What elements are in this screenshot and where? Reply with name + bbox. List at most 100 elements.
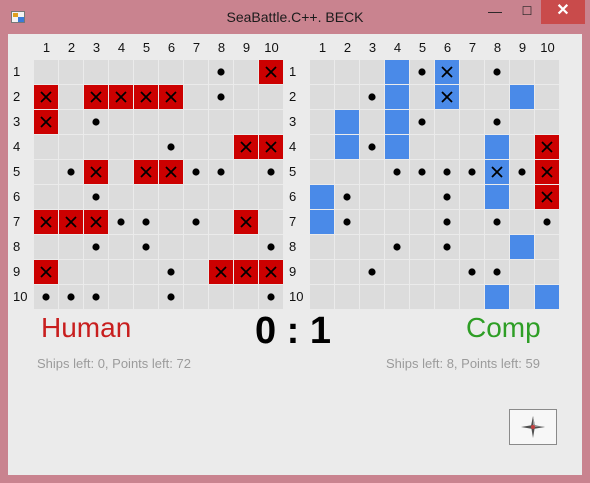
board-cell[interactable] [410,235,434,259]
board-cell[interactable] [335,160,359,184]
board-cell[interactable] [385,210,409,234]
board-cell[interactable] [435,260,459,284]
miss-cell[interactable] [510,160,534,184]
board-cell[interactable] [360,160,384,184]
board-cell[interactable] [460,110,484,134]
miss-cell[interactable] [435,210,459,234]
miss-cell[interactable] [435,235,459,259]
ship-cell[interactable] [485,185,509,209]
miss-cell[interactable] [435,160,459,184]
miss-cell[interactable] [335,210,359,234]
board-cell[interactable] [410,285,434,309]
board-cell[interactable] [535,85,559,109]
board-cell[interactable] [435,285,459,309]
hit-cell[interactable] [535,185,559,209]
board-cell[interactable] [385,185,409,209]
ship-cell[interactable] [385,85,409,109]
ship-cell[interactable] [335,110,359,134]
ship-cell[interactable] [385,110,409,134]
board-cell[interactable] [460,285,484,309]
board-cell[interactable] [335,285,359,309]
miss-cell[interactable] [335,185,359,209]
title-bar[interactable]: SeaBattle.C++. BECK — ☐ ✕ [0,0,590,34]
miss-cell[interactable] [360,85,384,109]
board-cell[interactable] [310,235,334,259]
board-cell[interactable] [435,110,459,134]
ship-cell[interactable] [385,135,409,159]
miss-cell[interactable] [410,110,434,134]
board-cell[interactable] [360,285,384,309]
board-cell[interactable] [385,260,409,284]
board-cell[interactable] [410,185,434,209]
board-cell[interactable] [335,85,359,109]
board-cell[interactable] [510,210,534,234]
miss-cell[interactable] [485,110,509,134]
board-cell[interactable] [335,60,359,84]
miss-cell[interactable] [435,185,459,209]
ship-cell[interactable] [335,135,359,159]
board-cell[interactable] [335,260,359,284]
board-cell[interactable] [510,135,534,159]
minimize-button[interactable]: — [480,0,510,24]
miss-cell[interactable] [460,160,484,184]
ship-cell[interactable] [485,135,509,159]
board-cell[interactable] [310,60,334,84]
board-cell[interactable] [510,285,534,309]
board-cell[interactable] [510,185,534,209]
hit-ship-cell[interactable] [435,85,459,109]
ship-cell[interactable] [510,85,534,109]
board-cell[interactable] [535,235,559,259]
ship-cell[interactable] [385,60,409,84]
ship-cell[interactable] [310,185,334,209]
ship-cell[interactable] [310,210,334,234]
miss-cell[interactable] [410,160,434,184]
board-cell[interactable] [435,135,459,159]
board-cell[interactable] [460,85,484,109]
close-button[interactable]: ✕ [541,0,585,24]
miss-cell[interactable] [485,210,509,234]
miss-cell[interactable] [460,260,484,284]
board-cell[interactable] [510,60,534,84]
board-cell[interactable] [410,85,434,109]
board-cell[interactable] [310,285,334,309]
board-cell[interactable] [510,260,534,284]
board-cell[interactable] [485,235,509,259]
board-cell[interactable] [360,210,384,234]
board-cell[interactable] [310,160,334,184]
board-cell[interactable] [535,110,559,134]
miss-cell[interactable] [485,260,509,284]
board-cell[interactable] [510,110,534,134]
hit-cell[interactable] [535,160,559,184]
miss-cell[interactable] [385,160,409,184]
board-cell[interactable] [410,210,434,234]
board-cell[interactable] [410,135,434,159]
comp-board[interactable]: 1 2 3 4 5 6 7 8 9 10 1 2 3 4 5 6 7 8 9 10 [288,34,582,314]
hit-cell[interactable] [535,135,559,159]
maximize-button[interactable]: ☐ [512,0,542,24]
ship-cell[interactable] [535,285,559,309]
board-cell[interactable] [310,135,334,159]
miss-cell[interactable] [360,260,384,284]
miss-cell[interactable] [410,60,434,84]
ship-cell[interactable] [485,285,509,309]
board-cell[interactable] [310,85,334,109]
miss-cell[interactable] [535,210,559,234]
board-cell[interactable] [460,210,484,234]
board-cell[interactable] [535,60,559,84]
board-cell[interactable] [460,135,484,159]
hit-ship-cell[interactable] [435,60,459,84]
compass-button[interactable] [509,409,557,445]
miss-cell[interactable] [360,135,384,159]
board-cell[interactable] [360,185,384,209]
board-cell[interactable] [310,260,334,284]
miss-cell[interactable] [385,235,409,259]
board-cell[interactable] [485,85,509,109]
miss-cell[interactable] [485,60,509,84]
board-cell[interactable] [360,110,384,134]
board-cell[interactable] [460,60,484,84]
board-cell[interactable] [410,260,434,284]
board-cell[interactable] [360,60,384,84]
board-cell[interactable] [385,285,409,309]
board-cell[interactable] [460,185,484,209]
board-cell[interactable] [535,260,559,284]
